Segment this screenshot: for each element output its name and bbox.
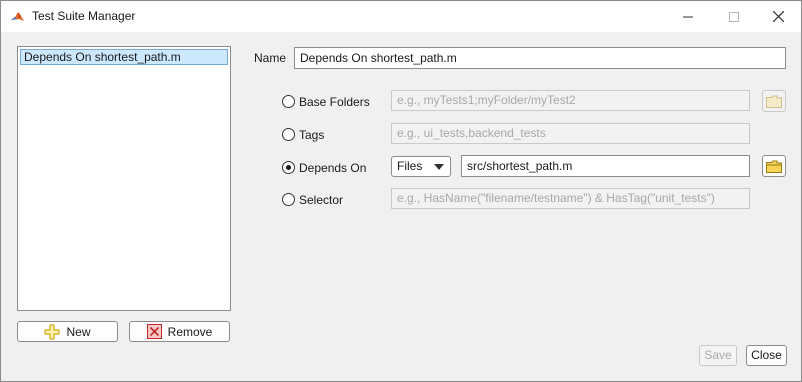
plus-icon [44, 324, 60, 339]
list-item[interactable]: Depends On shortest_path.m [20, 49, 228, 65]
minimize-icon [683, 16, 693, 17]
maximize-button[interactable] [711, 1, 757, 32]
new-button-label: New [66, 324, 91, 339]
minimize-button[interactable] [665, 1, 711, 32]
tags-radio[interactable] [282, 128, 295, 141]
matlab-icon [10, 9, 25, 24]
remove-button[interactable]: Remove [129, 321, 230, 342]
base-folders-label: Base Folders [299, 95, 370, 109]
chevron-down-icon [434, 164, 444, 170]
test-suite-list[interactable]: Depends On shortest_path.m [17, 46, 231, 311]
title-bar: Test Suite Manager [1, 1, 801, 32]
remove-icon [146, 324, 162, 339]
save-button[interactable]: Save [699, 345, 737, 366]
name-input[interactable]: Depends On shortest_path.m [294, 47, 786, 69]
test-suite-manager-window: Test Suite Manager Depends On shortest_p… [0, 0, 802, 382]
name-label: Name [254, 51, 287, 65]
base-folders-input[interactable]: e.g., myTests1;myFolder/myTest2 [391, 90, 750, 111]
depends-on-input[interactable]: src/shortest_path.m [461, 155, 750, 177]
depends-on-type-dropdown[interactable]: Files [391, 156, 451, 177]
base-folders-radio[interactable] [282, 95, 295, 108]
depends-on-browse-button[interactable] [762, 155, 786, 177]
depends-on-label: Depends On [299, 161, 367, 175]
close-window-button[interactable] [755, 1, 801, 32]
depends-on-radio[interactable] [282, 161, 295, 174]
selector-label: Selector [299, 193, 344, 207]
folder-icon [766, 95, 782, 108]
remove-button-label: Remove [167, 324, 213, 339]
selector-input[interactable]: e.g., HasName("filename/testname") & Has… [391, 188, 750, 209]
new-button[interactable]: New [17, 321, 118, 342]
depends-on-type-value: Files [397, 159, 423, 173]
window-title: Test Suite Manager [32, 9, 136, 23]
close-button[interactable]: Close [746, 345, 787, 366]
tags-label: Tags [299, 128, 325, 142]
selector-radio[interactable] [282, 193, 295, 206]
tags-input[interactable]: e.g., ui_tests,backend_tests [391, 123, 750, 144]
base-folders-browse-button[interactable] [762, 90, 786, 112]
maximize-icon [729, 11, 739, 22]
folder-icon [766, 160, 782, 173]
close-icon [772, 11, 784, 22]
